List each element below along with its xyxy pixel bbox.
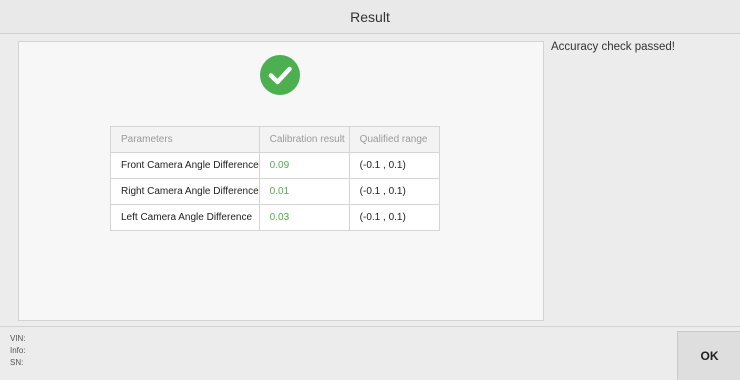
cell-range: (-0.1 , 0.1) (348, 152, 440, 179)
cell-result: 0.01 (258, 178, 350, 205)
title-bar: Result (0, 0, 740, 34)
header-parameters: Parameters (110, 126, 260, 153)
cell-result: 0.03 (258, 204, 350, 231)
header-calibration-result: Calibration result (258, 126, 350, 153)
cell-parameter: Front Camera Angle Difference (110, 152, 260, 179)
cell-range: (-0.1 , 0.1) (348, 204, 440, 231)
bottom-divider (0, 326, 740, 327)
info-label: Info: (10, 346, 26, 355)
table-row: Right Camera Angle Difference 0.01 (-0.1… (110, 178, 440, 205)
table-header-row: Parameters Calibration result Qualified … (110, 126, 440, 153)
window-title: Result (350, 8, 390, 25)
result-panel: Parameters Calibration result Qualified … (18, 41, 544, 321)
vin-label: VIN: (10, 334, 26, 343)
result-message: Accuracy check passed! (551, 41, 676, 53)
ok-button[interactable]: OK (677, 331, 740, 380)
check-circle-icon (260, 55, 300, 95)
cell-parameter: Left Camera Angle Difference (110, 204, 260, 231)
calibration-table: Parameters Calibration result Qualified … (110, 126, 440, 231)
table-row: Left Camera Angle Difference 0.03 (-0.1 … (110, 204, 440, 231)
device-info: VIN: Info: SN: (10, 333, 26, 369)
header-qualified-range: Qualified range (348, 126, 440, 153)
cell-parameter: Right Camera Angle Difference (110, 178, 260, 205)
cell-result: 0.09 (258, 152, 350, 179)
table-row: Front Camera Angle Difference 0.09 (-0.1… (110, 152, 440, 179)
sn-label: SN: (10, 358, 24, 367)
cell-range: (-0.1 , 0.1) (348, 178, 440, 205)
